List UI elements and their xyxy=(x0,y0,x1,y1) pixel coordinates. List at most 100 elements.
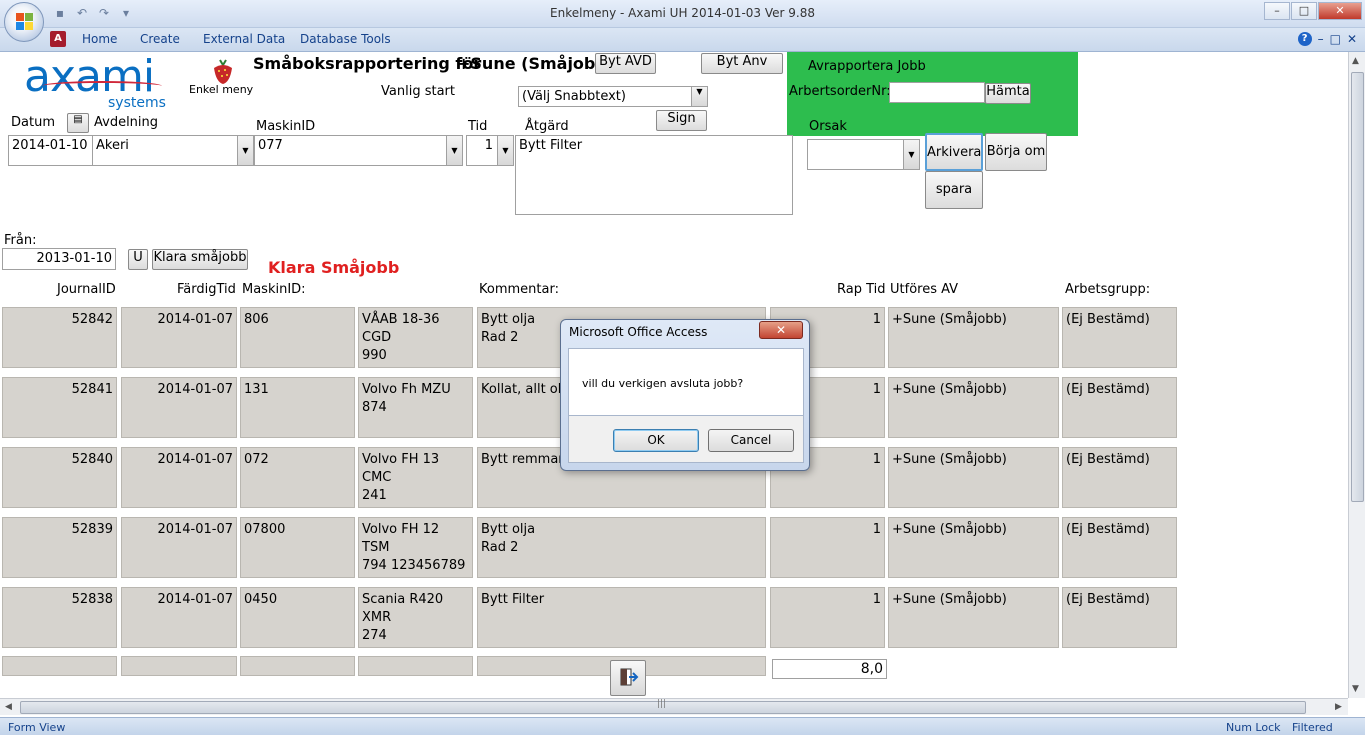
tab-external-data[interactable]: External Data xyxy=(203,32,285,46)
dialog-message: vill du verkigen avsluta jobb? xyxy=(582,377,744,390)
cell-journalid[interactable]: 52839 xyxy=(2,517,117,578)
window-controls: – □ ✕ xyxy=(1263,2,1362,20)
col-raptid: Rap Tid xyxy=(837,282,886,297)
status-filtered: Filtered xyxy=(1292,721,1333,734)
window-title: Enkelmeny - Axami UH 2014-01-03 Ver 9.88 xyxy=(550,6,815,20)
atgard-textarea[interactable]: Bytt Filter xyxy=(515,135,793,215)
tab-home[interactable]: Home xyxy=(82,32,117,46)
doc-close-button[interactable]: ✕ xyxy=(1347,32,1357,46)
cell-utfores-av[interactable]: +Sune (Småjobb) xyxy=(888,377,1059,438)
help-icon[interactable]: ? xyxy=(1297,32,1312,46)
cell-arbetsgrupp[interactable]: (Ej Bestämd) xyxy=(1062,587,1177,648)
hamta-button[interactable]: Hämta xyxy=(985,83,1031,104)
klara-smajobb-button[interactable]: Klara småjobb xyxy=(152,249,248,270)
dialog-footer: OK Cancel xyxy=(568,416,804,463)
cell-fordon[interactable]: Scania R420 XMR 274 xyxy=(358,587,473,648)
cell-fordon[interactable]: Volvo Fh MZU 874 xyxy=(358,377,473,438)
fran-date-input[interactable]: 2013-01-10 xyxy=(2,248,116,270)
ok-button[interactable]: OK xyxy=(613,429,699,452)
enkel-meny-label[interactable]: Enkel meny xyxy=(189,83,253,96)
orsak-select[interactable]: ▼ xyxy=(807,139,920,170)
sign-button[interactable]: Sign xyxy=(656,110,707,131)
maximize-button[interactable]: □ xyxy=(1291,2,1317,20)
byt-avd-button[interactable]: Byt AVD xyxy=(595,53,656,74)
chevron-down-icon[interactable]: ▼ xyxy=(691,87,707,106)
cell-fardigtid[interactable]: 2014-01-07 xyxy=(121,517,237,578)
cell-fardigtid[interactable]: 2014-01-07 xyxy=(121,377,237,438)
tab-create[interactable]: Create xyxy=(140,32,180,46)
doc-minimize-button[interactable]: – xyxy=(1318,32,1324,46)
vertical-scrollbar[interactable]: ▲ ▼ xyxy=(1348,52,1365,698)
dialog-close-button[interactable]: ✕ xyxy=(759,321,803,339)
partial-row-cell xyxy=(358,656,473,676)
datum-label: Datum xyxy=(11,115,55,130)
vertical-scroll-thumb[interactable] xyxy=(1351,72,1364,502)
chevron-down-icon[interactable]: ▼ xyxy=(497,136,513,165)
access-icon: A xyxy=(50,31,66,47)
byt-anv-button[interactable]: Byt Anv xyxy=(701,53,783,74)
cell-utfores-av[interactable]: +Sune (Småjobb) xyxy=(888,517,1059,578)
tab-database-tools[interactable]: Database Tools xyxy=(300,32,391,46)
cell-utfores-av[interactable]: +Sune (Småjobb) xyxy=(888,587,1059,648)
cell-fardigtid[interactable]: 2014-01-07 xyxy=(121,587,237,648)
cell-utfores-av[interactable]: +Sune (Småjobb) xyxy=(888,447,1059,508)
cell-arbetsgrupp[interactable]: (Ej Bestämd) xyxy=(1062,377,1177,438)
close-button[interactable]: ✕ xyxy=(1318,2,1362,20)
datum-input[interactable]: 2014-01-10 xyxy=(8,135,93,166)
cell-raptid[interactable]: 1 xyxy=(770,517,885,578)
snabbtext-select[interactable]: (Välj Snabbtext) ▼ xyxy=(518,86,708,107)
cell-maskinid[interactable]: 072 xyxy=(240,447,355,508)
cell-fardigtid[interactable]: 2014-01-07 xyxy=(121,307,237,368)
office-button[interactable] xyxy=(4,2,44,42)
cell-kommentar[interactable]: Bytt olja Rad 2 xyxy=(477,517,766,578)
col-kommentar: Kommentar: xyxy=(479,282,559,297)
maskinid-label: MaskinID xyxy=(256,119,316,134)
doc-restore-button[interactable]: □ xyxy=(1330,32,1341,46)
calendar-icon[interactable]: ▤ xyxy=(67,113,89,133)
col-utfores-av: Utföres AV xyxy=(890,282,959,297)
cell-fardigtid[interactable]: 2014-01-07 xyxy=(121,447,237,508)
cell-journalid[interactable]: 52840 xyxy=(2,447,117,508)
vanlig-start-label[interactable]: Vanlig start xyxy=(381,84,455,99)
cell-fordon[interactable]: Volvo FH 12 TSM 794 123456789 1324654 xyxy=(358,517,473,578)
dialog-body: vill du verkigen avsluta jobb? xyxy=(568,348,804,416)
arbetsorder-input[interactable] xyxy=(889,82,985,103)
avrapportera-title: Avrapportera Jobb xyxy=(808,59,926,74)
cell-fordon[interactable]: Volvo FH 13 CMC 241 xyxy=(358,447,473,508)
borja-om-button[interactable]: Börja om xyxy=(985,133,1047,171)
cell-journalid[interactable]: 52838 xyxy=(2,587,117,648)
strawberry-icon[interactable] xyxy=(208,56,238,86)
cell-maskinid[interactable]: 806 xyxy=(240,307,355,368)
maskinid-select[interactable]: 077 ▼ xyxy=(254,135,463,166)
ribbon-tabs: A Home Create External Data Database Too… xyxy=(0,28,1365,52)
ribbon-right-controls: ? – □ ✕ xyxy=(1297,32,1357,46)
cell-kommentar[interactable]: Bytt Filter xyxy=(477,587,766,648)
col-maskinid: MaskinID: xyxy=(242,282,306,297)
minimize-button[interactable]: – xyxy=(1264,2,1290,20)
cell-arbetsgrupp[interactable]: (Ej Bestämd) xyxy=(1062,307,1177,368)
cell-utfores-av[interactable]: +Sune (Småjobb) xyxy=(888,307,1059,368)
cancel-button[interactable]: Cancel xyxy=(708,429,794,452)
chevron-down-icon[interactable]: ▼ xyxy=(903,140,919,169)
spara-button[interactable]: spara xyxy=(925,171,983,209)
cell-maskinid[interactable]: 0450 xyxy=(240,587,355,648)
arkivera-button[interactable]: Arkivera xyxy=(925,133,983,171)
avdelning-select[interactable]: Akeri ▼ xyxy=(92,135,254,166)
u-button[interactable]: U xyxy=(128,249,148,270)
cell-maskinid[interactable]: 131 xyxy=(240,377,355,438)
tid-select[interactable]: 1 ▼ xyxy=(466,135,514,166)
horizontal-scrollbar[interactable]: ◀ ||| ▶ xyxy=(0,698,1348,715)
cell-fordon[interactable]: VÅAB 18-36 CGD 990 xyxy=(358,307,473,368)
chevron-down-icon[interactable]: ▼ xyxy=(237,136,253,165)
cell-journalid[interactable]: 52841 xyxy=(2,377,117,438)
chevron-down-icon[interactable]: ▼ xyxy=(446,136,462,165)
cell-journalid[interactable]: 52842 xyxy=(2,307,117,368)
cell-maskinid[interactable]: 07800 xyxy=(240,517,355,578)
cell-raptid[interactable]: 1 xyxy=(770,587,885,648)
cell-arbetsgrupp[interactable]: (Ej Bestämd) xyxy=(1062,517,1177,578)
status-form-view: Form View xyxy=(8,721,66,734)
exit-door-icon[interactable] xyxy=(610,660,646,696)
office-logo-icon xyxy=(16,13,34,31)
cell-arbetsgrupp[interactable]: (Ej Bestämd) xyxy=(1062,447,1177,508)
partial-row-cell xyxy=(121,656,237,676)
